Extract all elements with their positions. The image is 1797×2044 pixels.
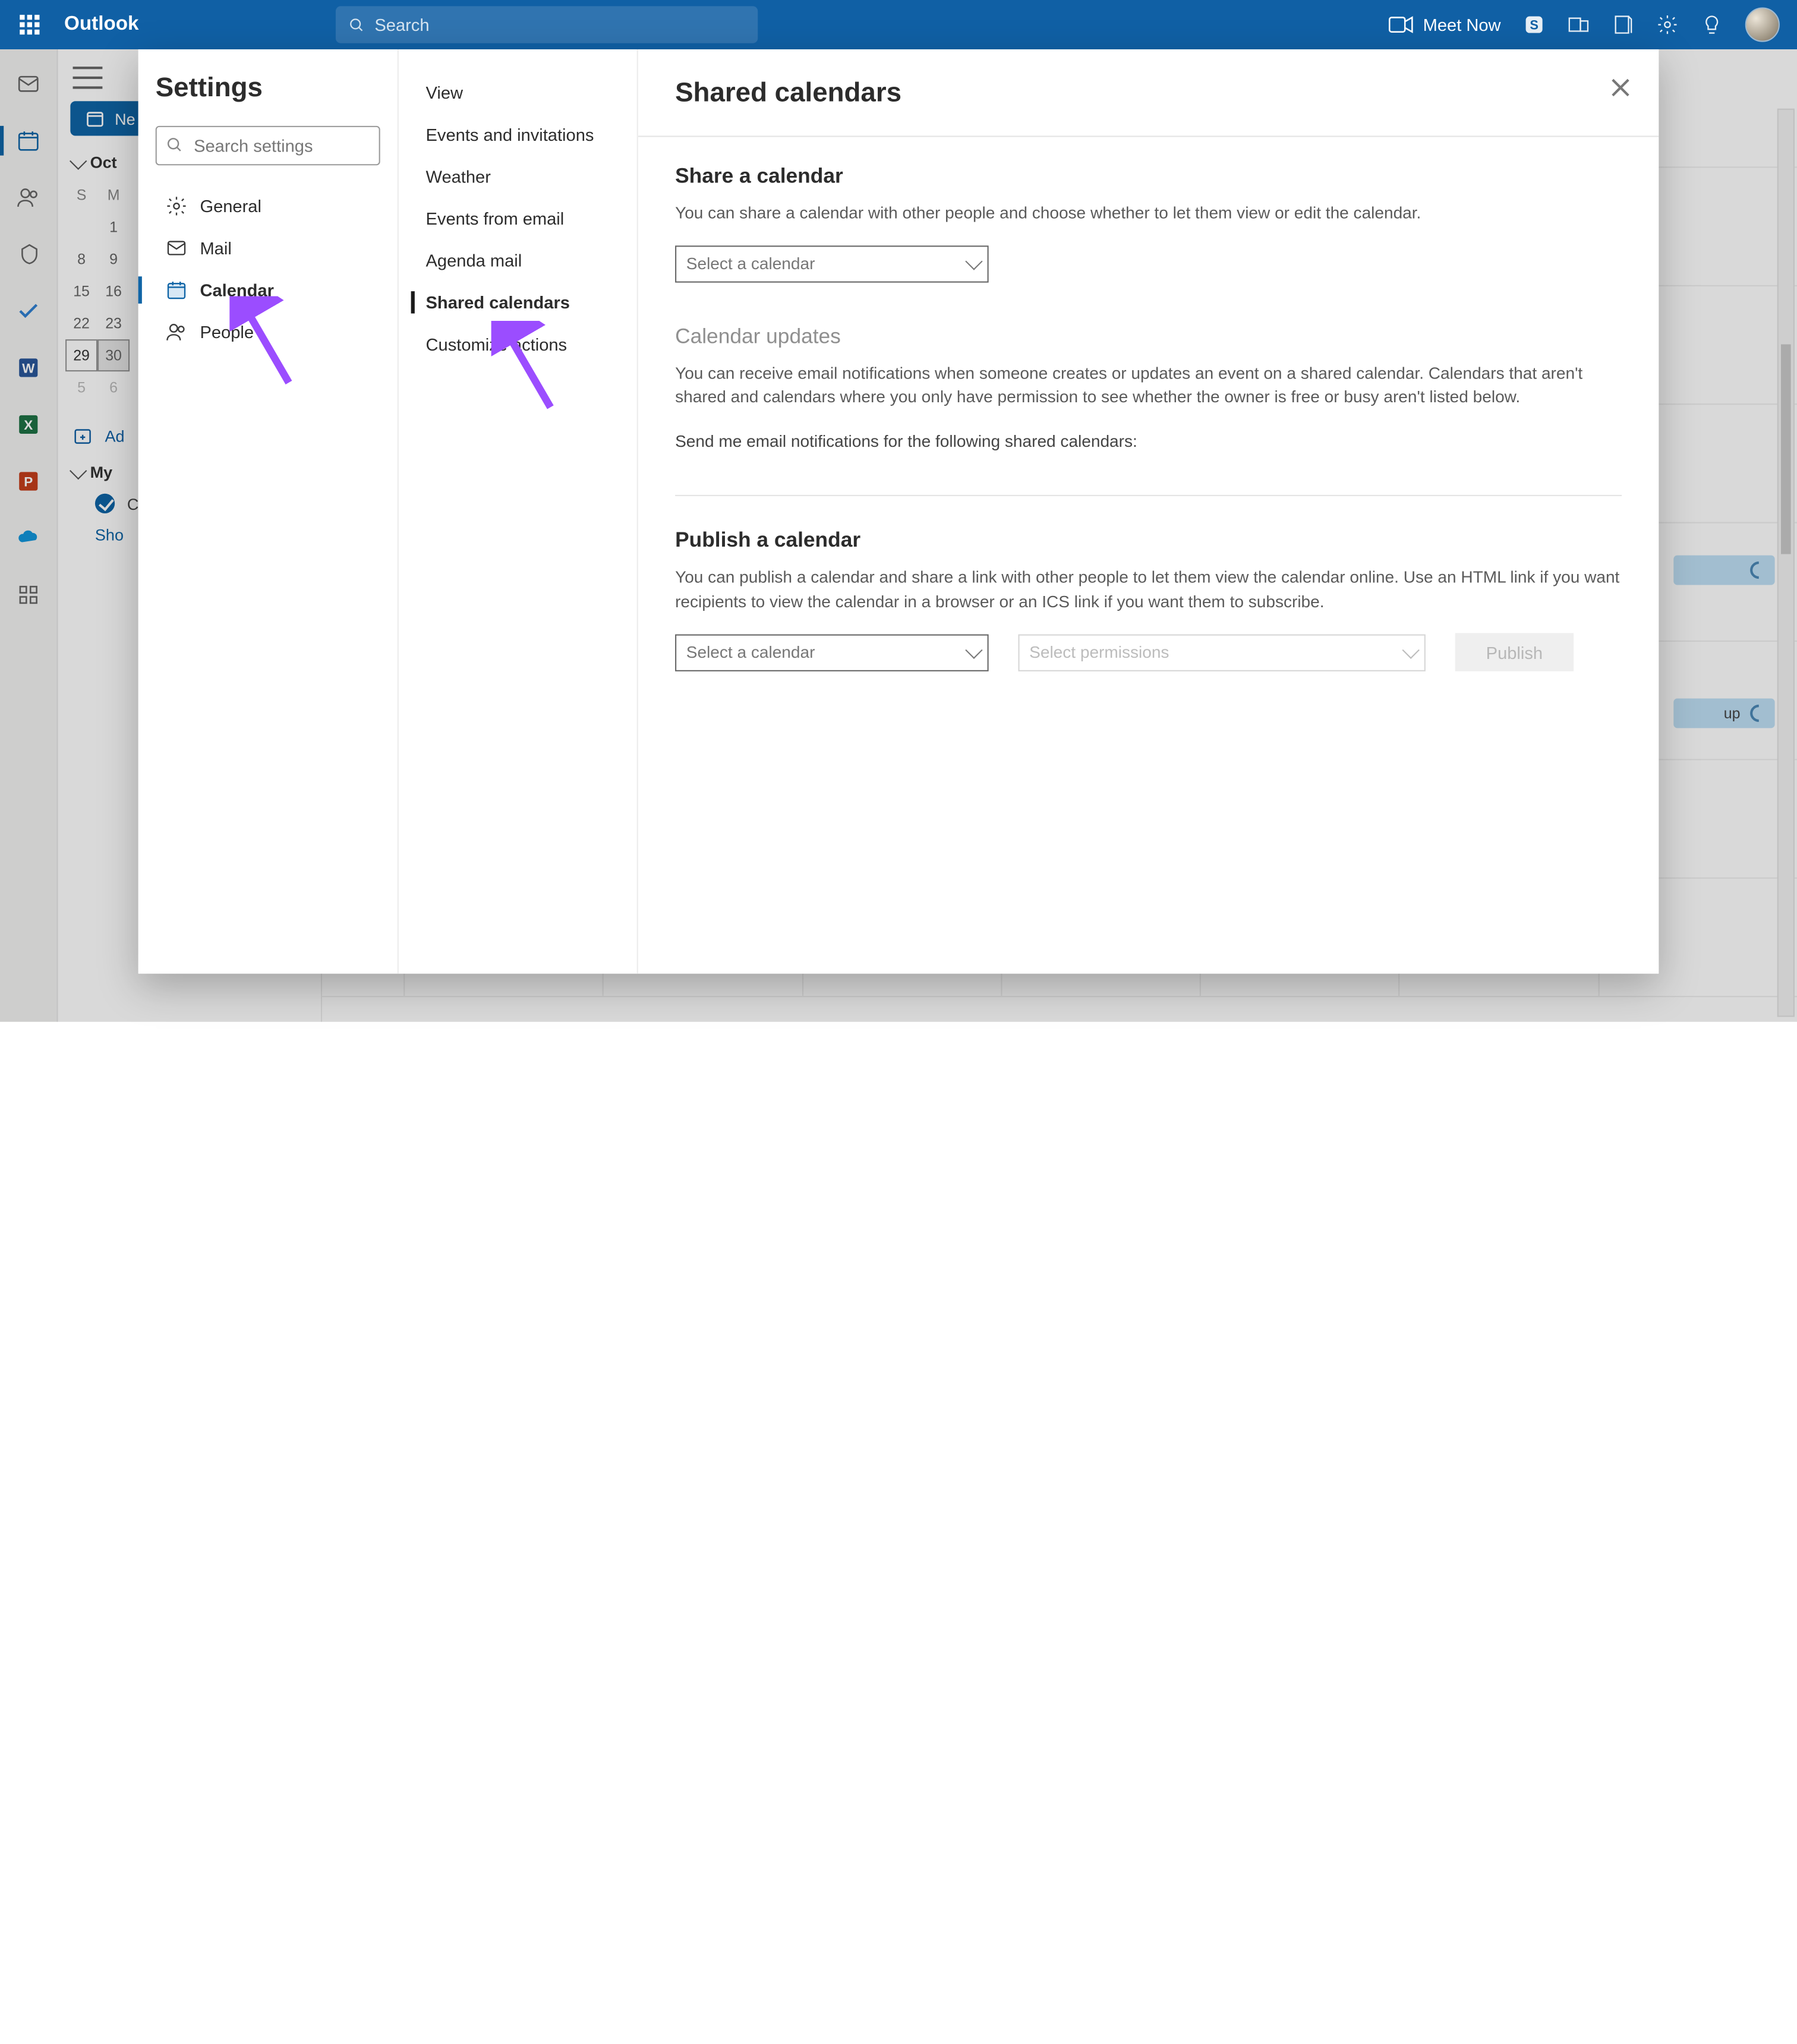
share-calendar-title: Share a calendar — [675, 164, 1622, 189]
chevron-down-icon — [1402, 641, 1419, 658]
share-calendar-select[interactable]: Select a calendar — [675, 245, 989, 282]
svg-text:S: S — [1530, 17, 1539, 32]
subnav-agenda-mail[interactable]: Agenda mail — [399, 239, 637, 282]
chevron-down-icon — [965, 252, 982, 269]
close-button[interactable] — [1609, 77, 1631, 99]
subnav-customize-actions[interactable]: Customize actions — [399, 323, 637, 365]
people-icon — [165, 321, 187, 343]
settings-nav-general[interactable]: General — [156, 185, 380, 228]
calendar-updates-desc: You can receive email notifications when… — [675, 361, 1622, 409]
settings-nav-secondary: View Events and invitations Weather Even… — [399, 49, 638, 974]
settings-title: Settings — [156, 71, 380, 103]
settings-nav-calendar[interactable]: Calendar — [156, 269, 380, 311]
settings-nav-mail[interactable]: Mail — [156, 227, 380, 269]
subnav-events-invitations[interactable]: Events and invitations — [399, 113, 637, 156]
subnav-view[interactable]: View — [399, 71, 637, 113]
waffle-icon — [20, 15, 39, 34]
meet-now-label: Meet Now — [1423, 15, 1501, 34]
gear-icon — [165, 195, 187, 217]
video-icon — [1388, 16, 1413, 33]
subnav-shared-calendars[interactable]: Shared calendars — [399, 282, 637, 324]
publish-permissions-select: Select permissions — [1018, 634, 1425, 671]
brand-label: Outlook — [64, 14, 139, 36]
publish-calendar-title: Publish a calendar — [675, 528, 1622, 553]
app-launcher-button[interactable] — [5, 0, 54, 49]
select-placeholder: Select a calendar — [686, 644, 815, 662]
settings-search-input[interactable] — [156, 126, 380, 165]
subnav-weather[interactable]: Weather — [399, 156, 637, 198]
share-calendar-desc: You can share a calendar with other peop… — [675, 201, 1622, 226]
global-search-input[interactable] — [374, 15, 746, 34]
settings-nav-people[interactable]: People — [156, 311, 380, 353]
search-icon — [165, 135, 182, 153]
teams-icon[interactable] — [1568, 14, 1590, 36]
settings-modal: Settings General Mail Calendar People — [138, 49, 1659, 974]
settings-nav-primary: Settings General Mail Calendar People — [138, 49, 399, 974]
meet-now-button[interactable]: Meet Now — [1388, 15, 1500, 34]
subnav-events-from-email[interactable]: Events from email — [399, 197, 637, 239]
settings-icon[interactable] — [1656, 14, 1678, 36]
nav-label: Mail — [200, 238, 231, 258]
global-search[interactable] — [336, 6, 758, 43]
calendar-icon — [165, 279, 187, 301]
mail-icon — [165, 237, 187, 259]
settings-search[interactable] — [156, 126, 380, 165]
nav-label: People — [200, 322, 254, 342]
calendar-updates-send-label: Send me email notifications for the foll… — [675, 429, 1622, 453]
tips-icon[interactable] — [1701, 14, 1723, 36]
skype-icon[interactable]: S — [1523, 14, 1545, 36]
settings-content: Shared calendars Share a calendar You ca… — [638, 49, 1659, 974]
search-icon — [349, 16, 365, 33]
chevron-down-icon — [965, 641, 982, 658]
select-placeholder: Select permissions — [1029, 644, 1169, 662]
calendar-updates-title: Calendar updates — [675, 324, 1622, 349]
publish-button: Publish — [1455, 633, 1574, 671]
top-bar: Outlook Meet Now S — [0, 0, 1797, 49]
select-placeholder: Select a calendar — [686, 254, 815, 273]
nav-label: General — [200, 196, 261, 216]
nav-label: Calendar — [200, 280, 273, 299]
publish-calendar-select[interactable]: Select a calendar — [675, 634, 989, 671]
notes-icon[interactable] — [1612, 14, 1634, 36]
account-avatar[interactable] — [1745, 7, 1780, 42]
content-heading: Shared calendars — [675, 77, 1622, 109]
publish-calendar-desc: You can publish a calendar and share a l… — [675, 566, 1622, 614]
